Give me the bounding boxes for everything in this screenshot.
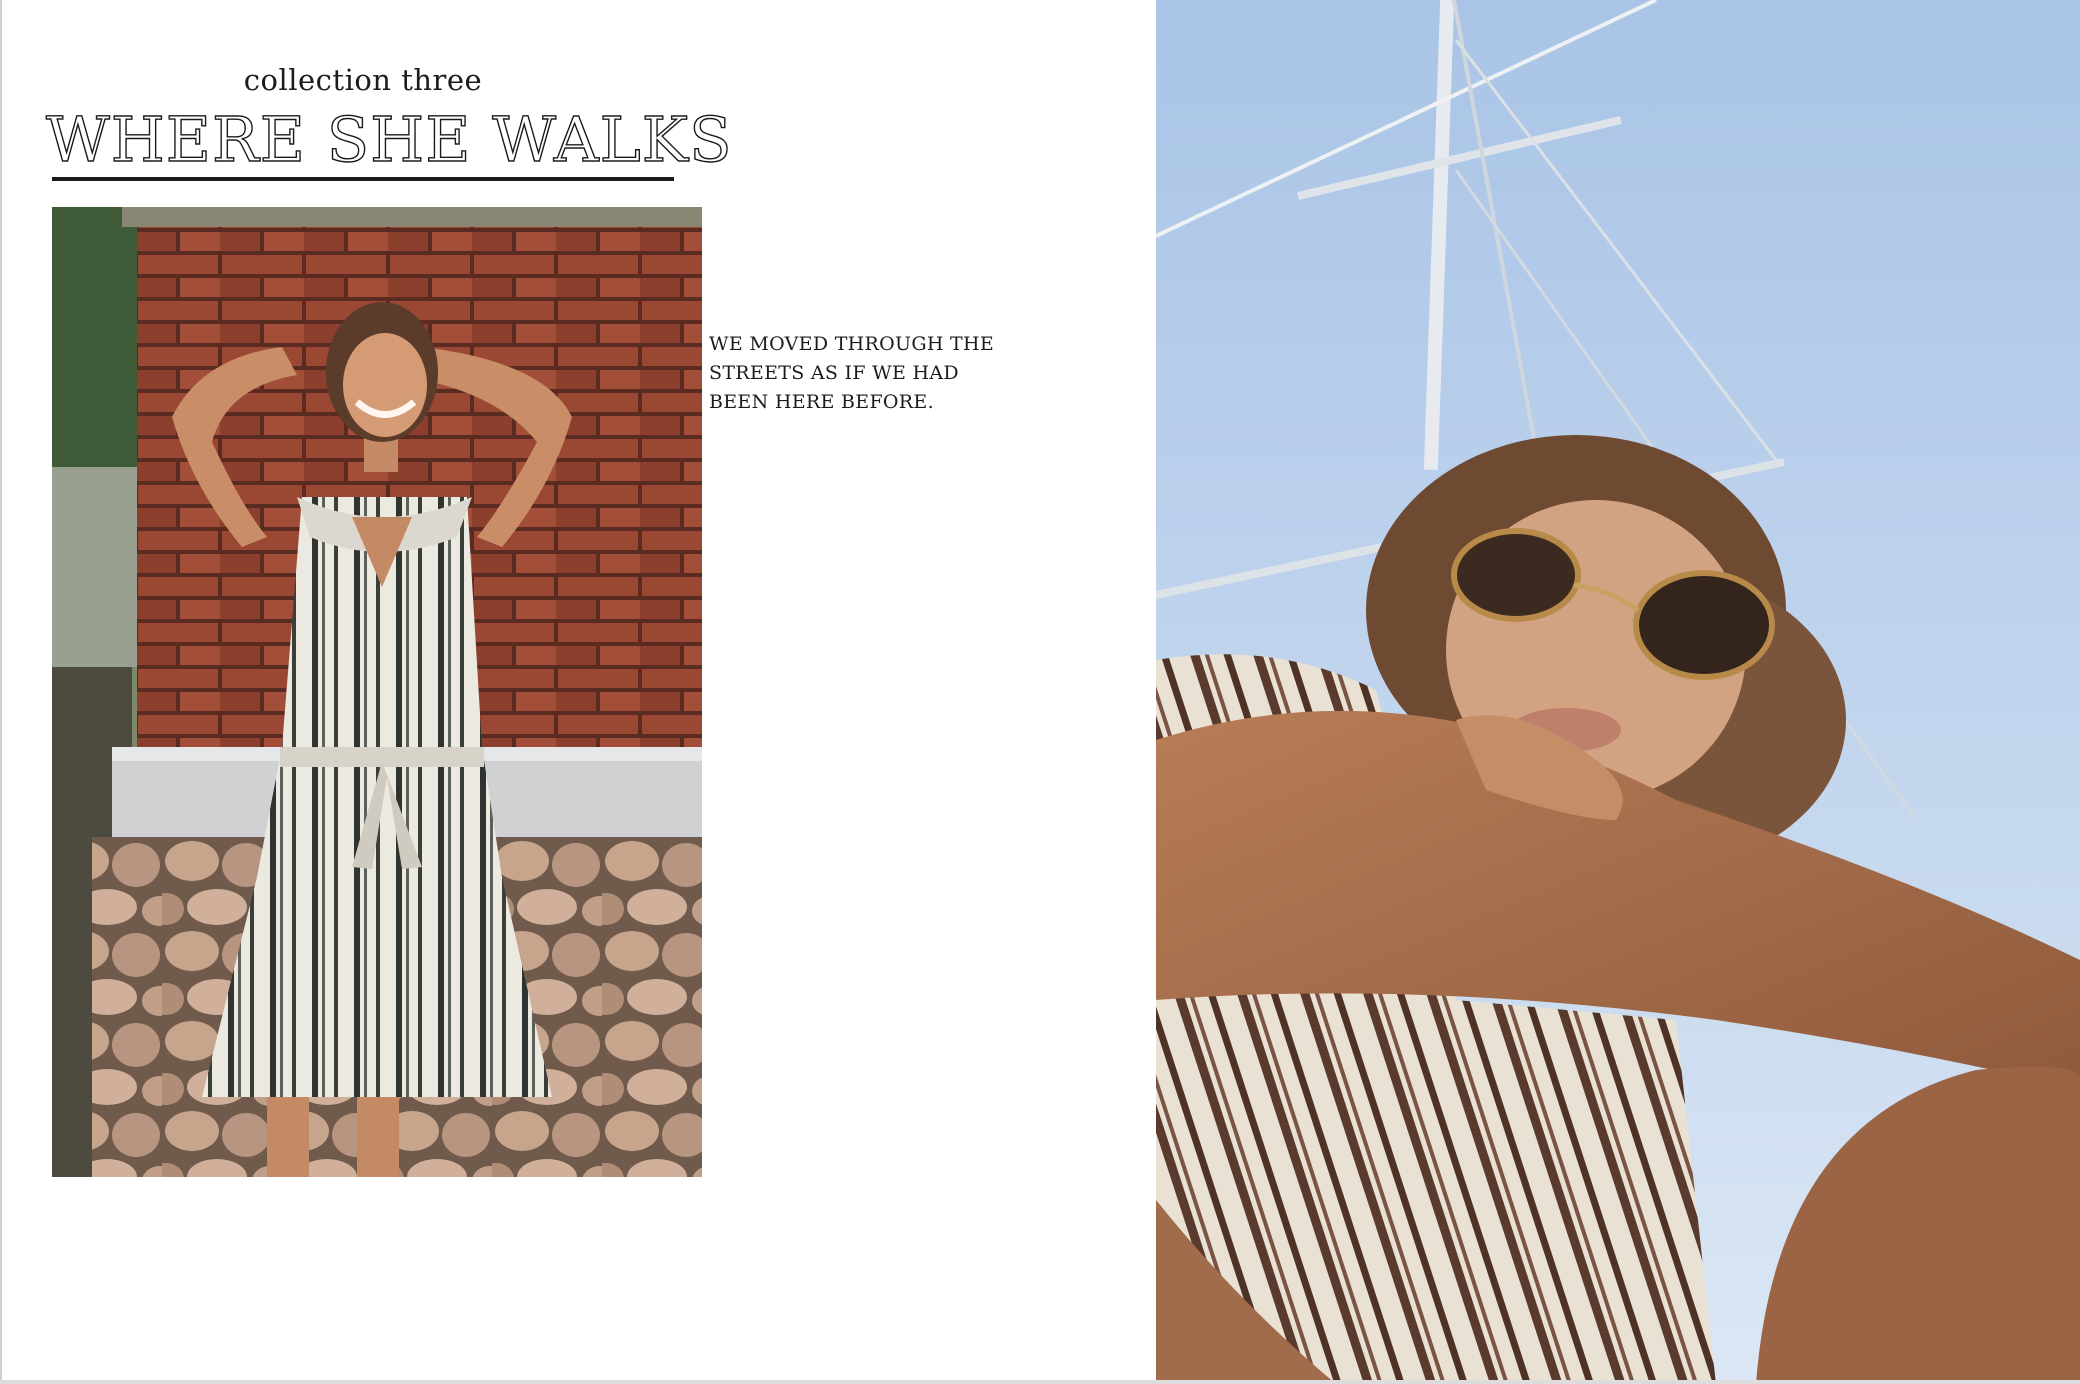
page-bottom-edge [0,1380,2080,1384]
caption-line-3: BEEN HERE BEFORE. [709,391,934,413]
page-title: WHERE SHE WALKS [45,102,733,176]
caption-line-2: STREETS AS IF WE HAD [709,362,959,384]
collection-kicker: collection three [243,63,483,97]
title-underline [52,177,674,181]
photo-woman-striped-dress-brick-wall [52,207,702,1177]
caption-text: WE MOVED THROUGH THE STREETS AS IF WE HA… [709,330,1029,417]
right-page-photo-woman-sunglasses-sailboat [1156,0,2080,1384]
caption-line-1: WE MOVED THROUGH THE [709,333,995,355]
left-page: collection three WHERE SHE WALKS WE MOVE… [0,0,1156,1384]
magazine-spread: collection three WHERE SHE WALKS WE MOVE… [0,0,2080,1384]
